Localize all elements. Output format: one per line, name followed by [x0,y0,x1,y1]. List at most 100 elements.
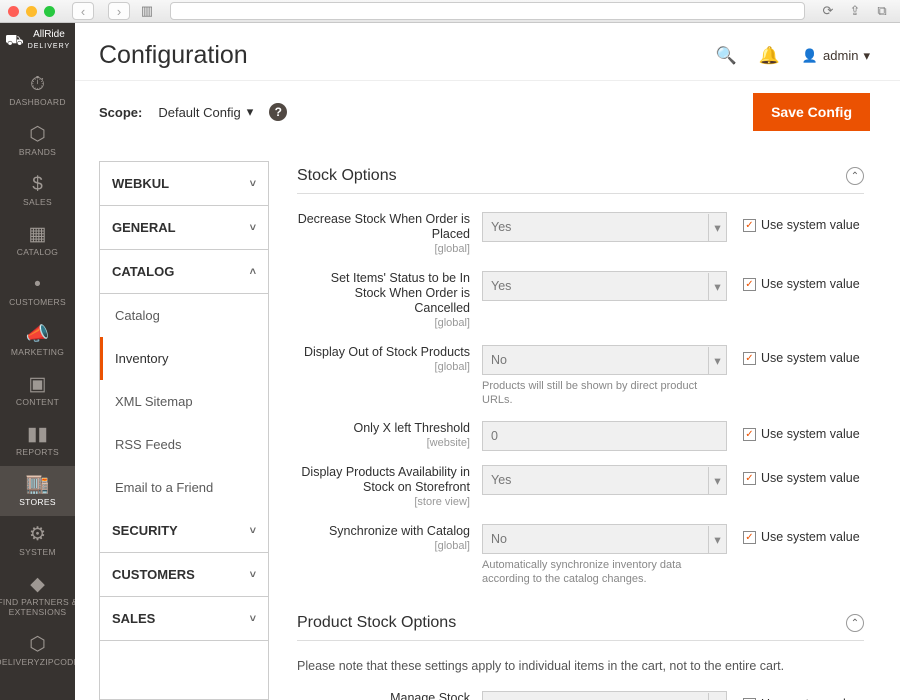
chevron-down-icon: ▾ [708,214,726,241]
sidebar-item-stores[interactable]: 🏬STORES [0,466,75,516]
section-header-product-stock-options[interactable]: Product Stock Options ⌃ [297,608,864,641]
sidebar-item-system[interactable]: ⚙ SYSTEM [0,516,75,566]
use-system-value[interactable]: ✓ Use system value [743,465,860,485]
tree-section-sales[interactable]: SALES˅ [100,597,268,641]
select[interactable]: Yes▾ [482,212,727,242]
checkbox[interactable]: ✓ [743,472,756,485]
text-input[interactable] [482,421,727,451]
checkbox[interactable]: ✓ [743,352,756,365]
use-system-label: Use system value [761,427,860,441]
scope-value: Default Config [158,105,240,120]
field-label: Synchronize with Catalog[global] [297,524,482,554]
share-icon[interactable]: ⇪ [845,3,865,19]
scope-select[interactable]: Default Config ▾ [158,104,253,120]
section-note: Please note that these settings apply to… [297,659,864,673]
sidebar-item-label: STORES [17,497,58,507]
sidebar-icon: ⚙ [29,525,46,544]
tree-item-email-to-a-friend[interactable]: Email to a Friend [100,466,268,509]
tree-item-xml-sitemap[interactable]: XML Sitemap [100,380,268,423]
reload-icon[interactable]: ⟳ [818,3,838,19]
collapse-icon[interactable]: ⌃ [846,167,864,185]
select[interactable]: Yes▾ [482,465,727,495]
checkbox[interactable]: ✓ [743,219,756,232]
sidebar-item-label: BRANDS [17,147,58,157]
chevron-down-icon: ▾ [708,273,726,300]
tree-item-catalog[interactable]: Catalog [100,294,268,337]
chevron-down-icon: ▾ [708,526,726,553]
checkbox[interactable]: ✓ [743,278,756,291]
section-title: Product Stock Options [297,614,456,632]
notifications-icon[interactable]: 🔔 [759,46,780,66]
select[interactable]: No▾ [482,345,727,375]
use-system-label: Use system value [761,218,860,232]
chevron-down-icon: ˅ [250,569,256,581]
main-content: Configuration 🔍 🔔 👤 admin ▾ Scope: Defau… [75,23,900,700]
sidebar-item-deliveryzipcode[interactable]: ⬡DELIVERYZIPCODE [0,626,75,676]
field-label: Set Items' Status to be In Stock When Or… [297,271,482,331]
url-bar[interactable] [170,2,805,20]
tree-section-webkul[interactable]: WEBKUL˅ [100,162,268,206]
sidebar-icon: $ [32,175,43,194]
chevron-down-icon: ˅ [250,613,256,625]
use-system-value[interactable]: ✓ Use system value [743,524,860,544]
tree-item-rss-feeds[interactable]: RSS Feeds [100,423,268,466]
collapse-icon[interactable]: ⌃ [846,614,864,632]
sidebar-item-dashboard[interactable]: ⏱DASHBOARD [0,66,75,116]
sidebar-item-customers[interactable]: •CUSTOMERS [0,266,75,316]
sidebar-item-marketing[interactable]: 📣MARKETING [0,316,75,366]
checkbox[interactable]: ✓ [743,531,756,544]
use-system-value[interactable]: ✓ Use system value [743,212,860,232]
user-menu[interactable]: 👤 admin ▾ [802,48,870,64]
config-field: Only X left Threshold[website] ✓ Use sys… [297,421,864,451]
select[interactable]: Yes▾ [482,271,727,301]
scope-hint: [global] [297,539,470,554]
tree-section-label: SECURITY [112,523,178,538]
tree-item-inventory[interactable]: Inventory [100,337,268,380]
sidebar-item-label: REPORTS [14,447,61,457]
sidebar-item-label: SYSTEM [17,547,58,557]
use-system-value[interactable]: ✓ Use system value [743,345,860,365]
search-icon[interactable]: 🔍 [716,46,737,66]
select-value: Yes [491,473,511,487]
use-system-value[interactable]: ✓ Use system value [743,271,860,291]
sidebar-icon: ⏱ [30,75,45,94]
sidebar-icon[interactable]: ▥ [137,3,157,19]
field-label: Decrease Stock When Order is Placed[glob… [297,212,482,257]
checkbox[interactable]: ✓ [743,428,756,441]
select[interactable]: Yes▾ [482,691,727,700]
forward-button[interactable]: › [108,2,130,20]
use-system-value[interactable]: ✓ Use system value [743,421,860,441]
use-system-label: Use system value [761,351,860,365]
config-field: Display Products Availability in Stock o… [297,465,864,510]
sidebar-item-sales[interactable]: $SALES [0,166,75,216]
sidebar-item-find-partners-extensions[interactable]: ◆FIND PARTNERS & EXTENSIONS [0,566,75,626]
logo-brand: AllRide [33,29,65,40]
tree-section-catalog[interactable]: CATALOG˄ [100,250,268,294]
sidebar-item-reports[interactable]: ▮▮REPORTS [0,416,75,466]
help-icon[interactable]: ? [269,103,287,121]
scope-hint: [global] [297,360,470,375]
section-header-stock-options[interactable]: Stock Options ⌃ [297,161,864,194]
sidebar-item-catalog[interactable]: ▦CATALOG [0,216,75,266]
max-window-dot[interactable] [44,6,55,17]
tree-section-security[interactable]: SECURITY˅ [100,509,268,553]
close-window-dot[interactable] [8,6,19,17]
select[interactable]: No▾ [482,524,727,554]
sidebar-item-label: MARKETING [9,347,66,357]
chevron-down-icon: ▾ [708,693,726,700]
use-system-value[interactable]: ✓ Use system value [743,691,860,700]
scope-hint: [global] [297,316,470,331]
min-window-dot[interactable] [26,6,37,17]
sidebar-item-label: FIND PARTNERS & EXTENSIONS [0,597,75,617]
tree-section-general[interactable]: GENERAL˅ [100,206,268,250]
sidebar-item-label: DELIVERYZIPCODE [0,657,75,667]
logo: ⛟ AllRideDELIVERY [5,29,70,52]
sidebar-item-content[interactable]: ▣CONTENT [0,366,75,416]
sidebar-item-brands[interactable]: ⬡BRANDS [0,116,75,166]
browser-chrome: ‹ › ▥ ⟳ ⇪ ⧉ [0,0,900,23]
save-config-button[interactable]: Save Config [753,93,870,131]
page-title: Configuration [99,41,248,70]
back-button[interactable]: ‹ [72,2,94,20]
tree-section-customers[interactable]: CUSTOMERS˅ [100,553,268,597]
tabs-icon[interactable]: ⧉ [872,3,892,19]
